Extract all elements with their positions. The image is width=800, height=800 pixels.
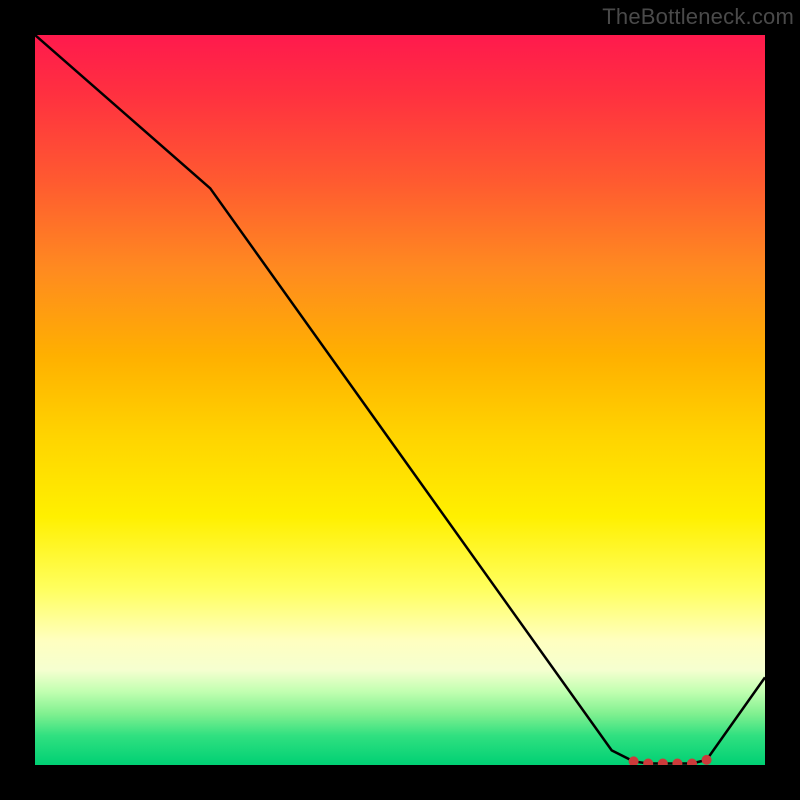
data-marker bbox=[658, 759, 668, 766]
chart-frame: TheBottleneck.com bbox=[0, 0, 800, 800]
data-marker bbox=[672, 759, 682, 766]
data-marker bbox=[629, 756, 639, 765]
data-marker bbox=[687, 759, 697, 766]
line-series bbox=[35, 35, 765, 765]
series-markers bbox=[629, 755, 712, 765]
plot-area bbox=[35, 35, 765, 765]
data-marker bbox=[702, 755, 712, 765]
series-path bbox=[35, 35, 765, 764]
data-marker bbox=[643, 759, 653, 766]
attribution-text: TheBottleneck.com bbox=[602, 4, 794, 30]
